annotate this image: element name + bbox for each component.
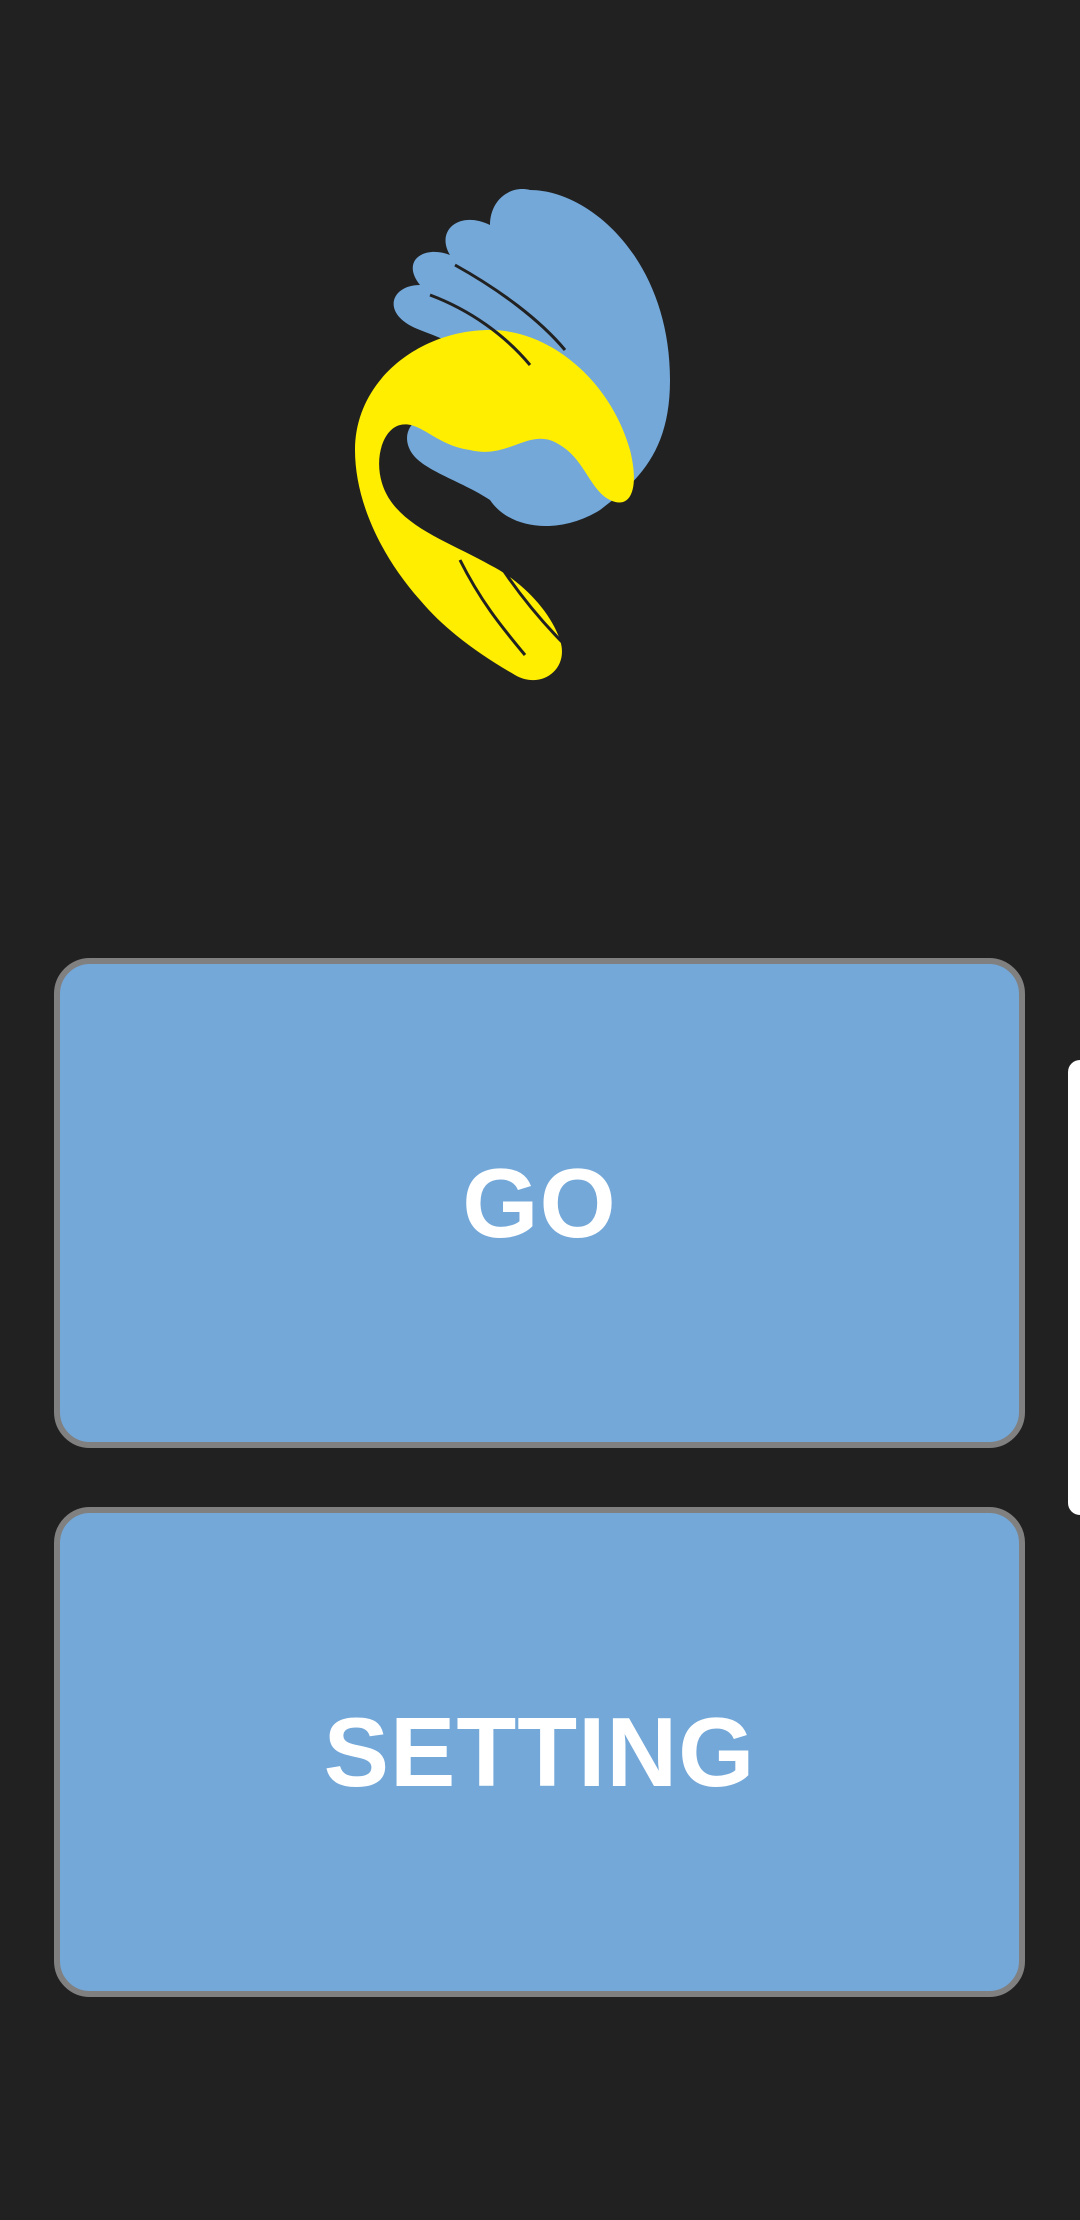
two-hands-logo-icon <box>355 189 670 681</box>
go-button[interactable]: GO <box>54 958 1025 1448</box>
edge-panel-handle[interactable] <box>1068 1060 1080 1515</box>
app-logo <box>340 170 740 710</box>
setting-button[interactable]: SETTING <box>54 1507 1025 1997</box>
